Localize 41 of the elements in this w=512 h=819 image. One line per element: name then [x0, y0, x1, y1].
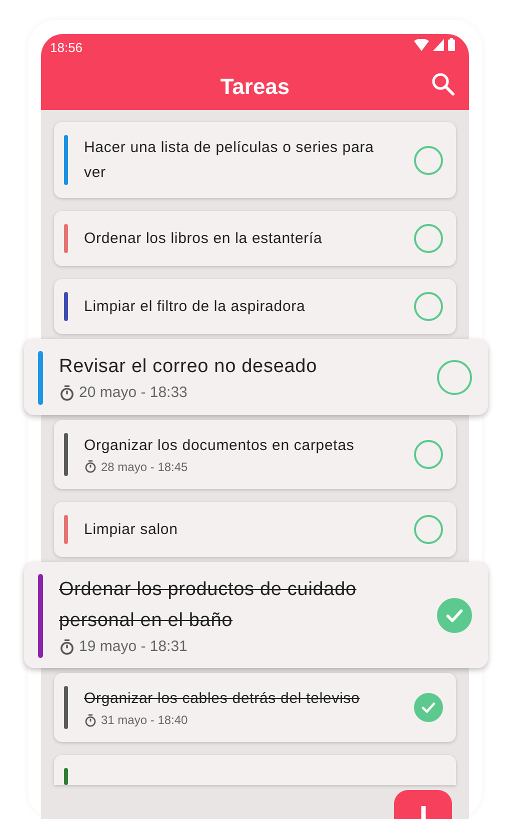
- task-title: Hacer una lista de películas o series para ver: [84, 138, 375, 183]
- plus-icon: [420, 806, 426, 819]
- task-date: 31 mayo - 18:40: [101, 712, 188, 729]
- stopwatch-icon: [84, 714, 97, 726]
- battery-icon: [448, 38, 455, 51]
- task-card[interactable]: Organizar los documentos en carpetas 28 mayo - 18:45: [54, 420, 456, 488]
- task-date: 19 mayo - 18:31: [79, 636, 188, 656]
- add-button[interactable]: [394, 790, 452, 819]
- task-card[interactable]: Ordenar los libros en la estantería: [54, 211, 456, 266]
- check-circle[interactable]: [437, 360, 472, 396]
- check-circle[interactable]: [414, 224, 443, 253]
- stopwatch-icon: [59, 638, 75, 655]
- task-title: Organizar los documentos en carpetas: [84, 436, 356, 456]
- status-time: 18:56: [50, 39, 83, 57]
- search-button[interactable]: [431, 72, 455, 96]
- task-date: 28 mayo - 18:45: [101, 458, 188, 476]
- task-title: Revisar el correo no deseado: [59, 355, 318, 379]
- check-circle[interactable]: [414, 514, 443, 544]
- wifi-icon: [414, 38, 429, 50]
- task-card[interactable]: Organizar los cables detrás del televiso 31 mayo - 18:40: [54, 673, 456, 742]
- task-title: Ordenar los productos de cuidado personal en el baño: [59, 578, 358, 632]
- task-card[interactable]: Revisar el correo no deseado 20 mayo - 18:33: [24, 339, 488, 414]
- check-circle[interactable]: [414, 292, 443, 321]
- check-circle[interactable]: [414, 146, 443, 174]
- task-card[interactable]: Ordenar los productos de cuidado personal en el baño 19 mayo - 18:31: [24, 562, 488, 668]
- task-card[interactable]: [54, 755, 456, 785]
- check-circle[interactable]: [414, 440, 443, 468]
- stopwatch-icon: [84, 460, 97, 473]
- task-card[interactable]: Limpiar salon: [54, 502, 456, 556]
- app-title: Tareas: [220, 72, 290, 100]
- task-card[interactable]: Limpiar el filtro de la aspiradora: [54, 279, 456, 334]
- task-date: 20 mayo - 18:33: [79, 383, 188, 403]
- task-title: Limpiar el filtro de la aspiradora: [84, 297, 306, 317]
- task-card[interactable]: Hacer una lista de películas o series para ver: [54, 122, 456, 198]
- task-title: Limpiar salon: [84, 520, 179, 540]
- task-title: Organizar los cables detrás del televiso: [84, 689, 361, 709]
- check-circle[interactable]: [414, 693, 443, 722]
- task-title: Ordenar los libros en la estantería: [84, 229, 324, 249]
- signal-icon: [433, 38, 444, 50]
- stopwatch-icon: [59, 385, 75, 402]
- check-circle[interactable]: [437, 598, 472, 634]
